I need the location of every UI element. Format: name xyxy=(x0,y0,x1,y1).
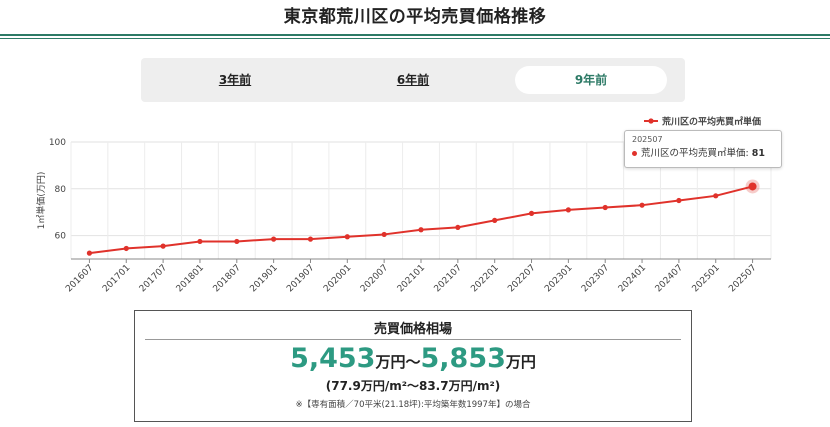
data-point xyxy=(197,238,203,245)
price-per-m2: (77.9万円/m²〜83.7万円/m²) xyxy=(325,379,501,393)
price-low: 5,453 xyxy=(290,343,376,374)
x-tick-label: 202507 xyxy=(727,263,758,294)
price-tilde: 〜 xyxy=(405,353,421,371)
tooltip-row: 荒川区の平均売買㎡単価: 81 xyxy=(632,146,774,162)
x-tick-label: 201607 xyxy=(64,263,95,294)
x-tick-label: 201701 xyxy=(101,263,132,294)
data-point xyxy=(381,231,387,238)
data-point xyxy=(160,243,166,249)
price-low-unit: 万円 xyxy=(375,353,406,371)
x-tick-label: 202207 xyxy=(506,263,537,294)
data-point xyxy=(713,193,719,199)
period-tabs: 3年前 6年前 9年前 xyxy=(141,58,685,102)
y-axis-label: 1㎡単価(万円) xyxy=(35,172,47,230)
price-high: 5,853 xyxy=(420,343,506,374)
page-title: 東京都荒川区の平均売買価格推移 xyxy=(283,7,547,27)
header-divider-thin xyxy=(0,38,830,39)
data-point xyxy=(344,234,350,240)
y-tick-label: 60 xyxy=(55,232,67,242)
data-point-highlighted xyxy=(748,182,757,191)
data-point xyxy=(565,207,571,213)
data-point xyxy=(455,224,461,231)
header-divider xyxy=(0,34,830,36)
legend-marker-icon xyxy=(648,118,654,124)
x-tick-label: 201807 xyxy=(212,263,243,294)
data-point xyxy=(271,236,277,242)
y-tick-label: 80 xyxy=(55,185,67,195)
chart-tooltip: 202507 荒川区の平均売買㎡単価: 81 xyxy=(624,130,782,168)
data-point xyxy=(639,202,645,208)
tab-9-years[interactable]: 9年前 xyxy=(515,66,667,94)
tab-3-years[interactable]: 3年前 xyxy=(159,66,311,94)
data-point xyxy=(418,227,424,233)
x-tick-label: 201801 xyxy=(175,263,206,294)
tooltip-label: 荒川区の平均売買㎡単価: xyxy=(641,148,749,159)
price-summary-box: 売買価格相場 5,453万円〜5,853万円 (77.9万円/m²〜83.7万円… xyxy=(134,310,692,422)
x-tick-label: 202401 xyxy=(617,263,648,294)
x-tick-label: 202007 xyxy=(359,263,390,294)
price-high-unit: 万円 xyxy=(505,353,536,371)
x-tick-label: 202307 xyxy=(580,263,611,294)
tab-6-years[interactable]: 6年前 xyxy=(337,66,489,94)
x-tick-label: 202107 xyxy=(433,263,464,294)
x-tick-label: 201901 xyxy=(248,263,279,294)
data-point xyxy=(307,236,314,242)
price-note: ※【専有面積／70平米(21.18坪):平均築年数1997年】の場合 xyxy=(295,400,531,410)
price-range: 5,453万円〜5,853万円 xyxy=(135,343,691,374)
x-tick-label: 202407 xyxy=(654,263,685,294)
data-point xyxy=(676,197,682,204)
y-tick-label: 100 xyxy=(49,138,66,148)
x-tick-label: 201707 xyxy=(138,263,169,294)
x-tick-label: 202101 xyxy=(396,263,427,294)
price-summary-title: 売買価格相場 xyxy=(373,322,452,337)
data-point xyxy=(528,210,535,216)
data-point xyxy=(492,217,498,223)
tooltip-value: 81 xyxy=(751,148,765,159)
data-point xyxy=(86,250,93,256)
data-point xyxy=(234,238,240,245)
series-line xyxy=(89,185,753,255)
price-summary-divider xyxy=(145,339,681,340)
x-tick-label: 201907 xyxy=(285,263,316,294)
tooltip-date: 202507 xyxy=(632,135,663,144)
tooltip-series-dot-icon xyxy=(632,151,637,156)
x-tick-label: 202501 xyxy=(690,263,721,294)
data-point xyxy=(602,204,608,211)
x-tick-label: 202301 xyxy=(543,263,574,294)
legend-label: 荒川区の平均売買㎡単価 xyxy=(661,116,761,128)
x-tick-label: 202001 xyxy=(322,263,353,294)
x-tick-label: 202201 xyxy=(469,263,500,294)
data-point xyxy=(123,245,129,252)
